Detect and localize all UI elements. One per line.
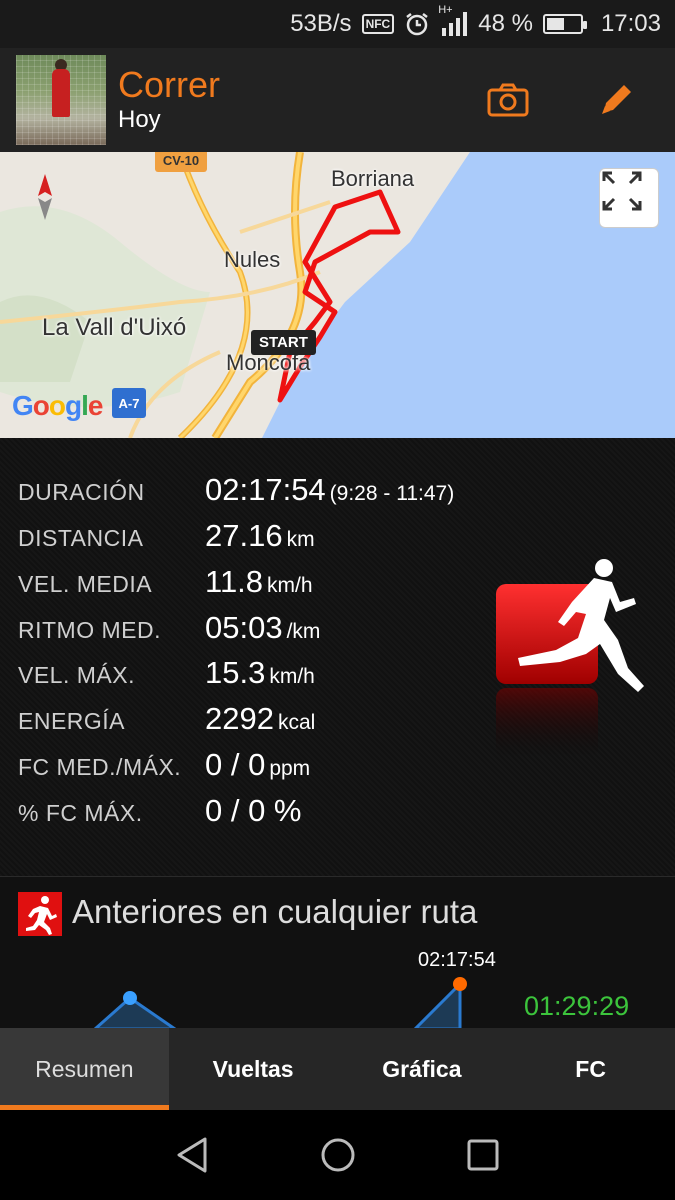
- stat-value: 2292: [205, 701, 274, 736]
- stat-value: 02:17:54: [205, 472, 326, 507]
- activity-title: Correr: [118, 64, 221, 105]
- road-badge-bottom-label: A-7: [119, 396, 140, 411]
- chart-peak-label: 02:17:54: [418, 949, 496, 971]
- system-nav-bar: [0, 1110, 675, 1200]
- stat-unit: (9:28 - 11:47): [329, 482, 455, 505]
- stat-value: 0 / 0 %: [205, 793, 302, 828]
- tab-fc[interactable]: FC: [506, 1028, 675, 1110]
- activity-photo[interactable]: [16, 55, 106, 145]
- status-bar: 53B/s NFC H+ 48 % 17:03: [0, 0, 675, 48]
- stat-label: VEL. MEDIA: [18, 571, 153, 597]
- stat-row-heart-rate: FC MED./MÁX. 0 / 0 ppm: [18, 747, 310, 783]
- bottom-tabs: Resumen Vueltas Gráfica FC: [0, 1028, 675, 1110]
- activity-date: Hoy: [118, 106, 161, 133]
- google-logo: Google: [12, 390, 103, 421]
- map-label-vall-duixo: La Vall d'Uixó: [42, 314, 187, 341]
- clock: 17:03: [600, 10, 661, 37]
- road-badge-bottom: A-7: [112, 388, 146, 418]
- chart-point-1: [123, 991, 137, 1005]
- stat-unit: km: [286, 528, 315, 551]
- chart-point-2: [453, 977, 467, 991]
- stat-unit: ppm: [269, 757, 311, 780]
- stat-label: ENERGÍA: [18, 708, 126, 734]
- alarm-icon: [404, 11, 430, 37]
- stat-row-distance: DISTANCIA 27.16 km: [18, 518, 315, 554]
- previous-runs-section: Anteriores en cualquier ruta 02:17:54 01…: [0, 876, 675, 1028]
- stat-label: DISTANCIA: [18, 525, 144, 551]
- tab-resumen[interactable]: Resumen: [0, 1028, 169, 1110]
- stat-label: RITMO MED.: [18, 617, 161, 643]
- road-badge-top-label: CV-10: [163, 153, 199, 168]
- chart-series-area-2: [413, 980, 462, 1028]
- signal-icon: H+: [438, 4, 468, 36]
- stat-value: 11.8: [205, 564, 264, 599]
- start-marker[interactable]: START: [251, 330, 316, 355]
- back-icon: [177, 1137, 206, 1173]
- back-button[interactable]: [163, 1125, 223, 1185]
- nfc-icon: NFC: [361, 14, 395, 34]
- recents-icon: [467, 1139, 498, 1171]
- summary-stats: DURACIÓN 02:17:54 (9:28 - 11:47) DISTANC…: [0, 438, 675, 876]
- camera-button[interactable]: [484, 76, 532, 124]
- running-activity-icon: [496, 559, 644, 758]
- map-label-nules: Nules: [224, 247, 281, 272]
- home-button[interactable]: [308, 1125, 368, 1185]
- stat-value: 27.16: [205, 518, 283, 553]
- stat-value: 15.3: [205, 655, 266, 690]
- stat-row-duration: DURACIÓN 02:17:54 (9:28 - 11:47): [18, 472, 454, 508]
- road-badge-top: CV-10: [155, 152, 207, 172]
- recents-button[interactable]: [453, 1125, 513, 1185]
- expand-icon: [602, 171, 642, 211]
- fullscreen-button[interactable]: [599, 168, 659, 228]
- home-icon: [321, 1138, 354, 1172]
- app-header: Correr Hoy: [0, 48, 675, 152]
- tab-grafica[interactable]: Gráfica: [338, 1028, 507, 1110]
- stat-label: VEL. MÁX.: [18, 662, 135, 688]
- network-speed: 53B/s: [290, 10, 352, 37]
- pencil-icon: [602, 85, 631, 114]
- stat-value: 0 / 0: [205, 747, 266, 782]
- network-type: H+: [438, 4, 453, 16]
- stat-label: % FC MÁX.: [18, 800, 143, 826]
- route-map[interactable]: CV-10 Borriana Nules La Vall d'Uixó Monc…: [0, 152, 675, 438]
- camera-icon: [487, 83, 529, 117]
- stat-row-max-speed: VEL. MÁX. 15.3 km/h: [18, 655, 315, 691]
- section-title: Anteriores en cualquier ruta: [72, 893, 478, 930]
- stat-label: FC MED./MÁX.: [18, 754, 182, 780]
- stat-row-avg-speed: VEL. MEDIA 11.8 km/h: [18, 564, 313, 600]
- stat-row-hr-percent: % FC MÁX. 0 / 0 %: [18, 793, 306, 829]
- stat-unit: kcal: [277, 711, 316, 734]
- edit-button[interactable]: [592, 76, 640, 124]
- battery-percent: 48 %: [478, 10, 533, 37]
- battery-icon: [542, 14, 587, 34]
- chart-time-label: 01:29:29: [524, 991, 630, 1021]
- map-label-borriana: Borriana: [331, 166, 415, 191]
- stat-label: DURACIÓN: [18, 479, 145, 505]
- stat-unit: km/h: [269, 665, 315, 688]
- stat-value: 05:03: [205, 610, 283, 645]
- stat-row-avg-pace: RITMO MED. 05:03 /km: [18, 610, 320, 646]
- stat-unit: km/h: [267, 574, 313, 597]
- stat-unit: /km: [286, 620, 321, 643]
- tab-vueltas[interactable]: Vueltas: [169, 1028, 338, 1110]
- stat-row-energy: ENERGÍA 2292 kcal: [18, 701, 315, 737]
- running-icon: [18, 892, 62, 936]
